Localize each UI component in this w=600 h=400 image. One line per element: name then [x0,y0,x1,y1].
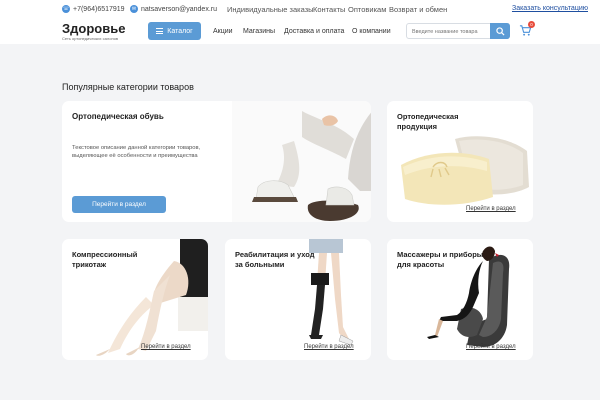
go-to-section-link[interactable]: Перейти в раздел [141,344,191,350]
header: Здоровье Сеть ортопедических салонов Кат… [0,20,600,44]
nav-stores[interactable]: Магазины [243,28,275,35]
stockings-photo [96,239,208,356]
card-title-line1: Реабилитация и уход [235,250,315,259]
category-card-footwear[interactable]: Ортопедическая обувь Текстовое описание … [62,101,371,222]
phone-contact[interactable]: ☏ +7(964)6517919 [62,5,125,13]
logo-subtitle: Сеть ортопедических салонов [62,36,119,41]
logo-title[interactable]: Здоровье [62,21,125,36]
nav-about[interactable]: О компании [352,28,391,35]
catalog-button[interactable]: Каталог [148,22,201,40]
pillow-photo [401,136,529,205]
footwear-photo [232,101,371,222]
go-to-section-link[interactable]: Перейти в раздел [304,344,354,350]
email-address[interactable]: natsaverson@yandex.ru [141,6,217,13]
phone-number[interactable]: +7(964)6517919 [73,6,125,13]
category-card-rehab[interactable]: Реабилитация и уход за больными Перейти … [225,239,371,360]
search-box [406,23,510,39]
top-bar: ☏ +7(964)6517919 ✉ natsaverson@yandex.ru И… [0,0,600,20]
phone-icon: ☏ [62,5,70,13]
email-contact[interactable]: ✉ natsaverson@yandex.ru [130,5,217,13]
card-description: Текстовое описание данной категории това… [72,145,201,159]
go-to-section-button[interactable]: Перейти в раздел [72,196,166,213]
mail-icon: ✉ [130,5,138,13]
menu-icon [156,28,164,34]
topnav-returns[interactable]: Возврат и обмен [389,5,447,14]
search-button[interactable] [490,23,510,39]
card-title-line2: за больными [235,260,285,269]
topnav-contacts[interactable]: Контакты [313,5,345,14]
search-icon [495,26,505,36]
card-title-line1: Ортопедическая [397,112,459,121]
consultation-link[interactable]: Заказать консультацию [512,5,588,12]
category-card-massage[interactable]: Массажеры и приборы для красоты Перейти … [387,239,533,360]
card-title: Ортопедическая обувь [72,112,164,121]
cart-button[interactable]: 0 [519,21,535,38]
section-title: Популярные категории товаров [62,82,194,92]
category-card-orthopedic[interactable]: Ортопедическая продукция Перейти в разде… [387,101,533,222]
nav-promotions[interactable]: Акции [213,28,233,35]
go-to-section-link[interactable]: Перейти в раздел [466,344,516,350]
category-card-compression[interactable]: Компрессионный трикотаж Перейти в раздел [62,239,208,360]
nav-delivery[interactable]: Доставка и оплата [284,28,344,35]
cart-count-badge: 0 [528,21,535,28]
go-to-section-link[interactable]: Перейти в раздел [466,206,516,212]
search-input[interactable] [412,26,490,37]
topnav-individual-orders[interactable]: Индивидуальные заказы [227,5,314,14]
topnav-wholesale[interactable]: Оптовикам [348,5,386,14]
massage-chair-photo [427,246,510,347]
catalog-label: Каталог [167,27,193,35]
